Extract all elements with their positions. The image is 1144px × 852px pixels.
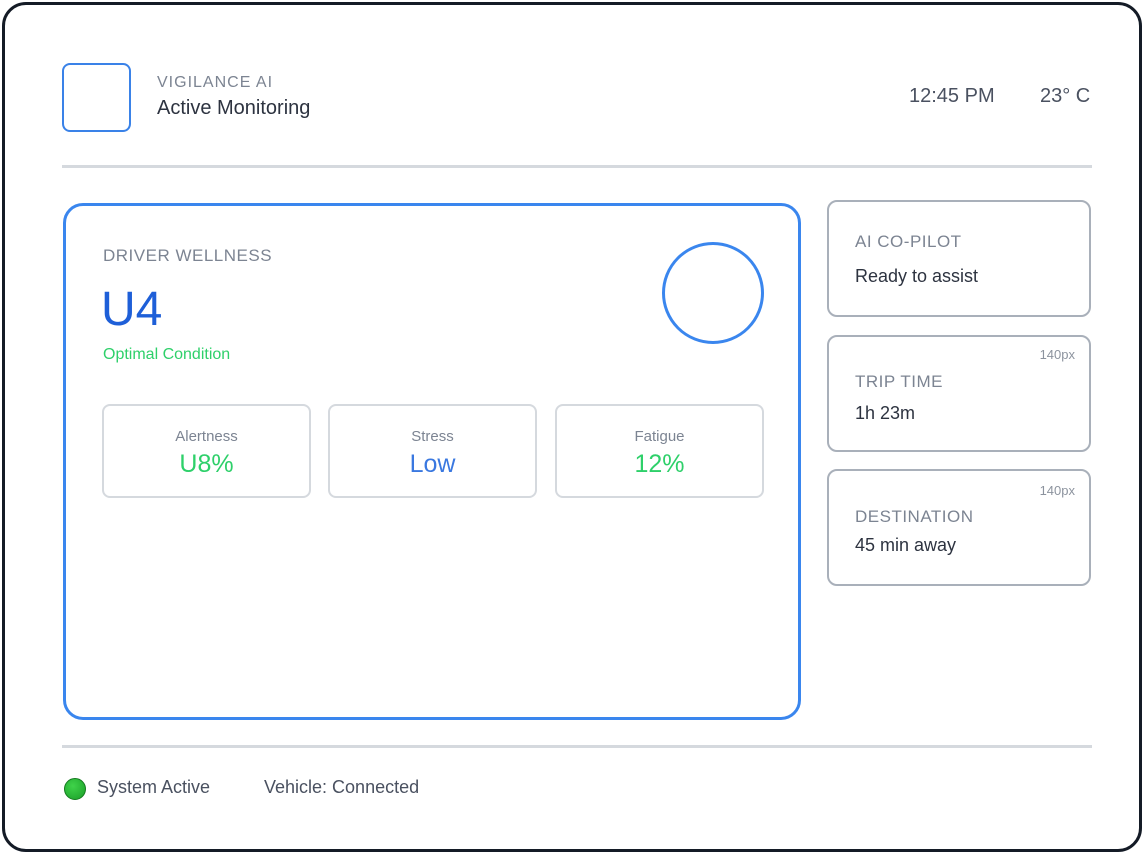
- trip-note: 140px: [1039, 347, 1075, 362]
- wellness-label: DRIVER WELLNESS: [103, 246, 273, 265]
- metric-label: Alertness: [175, 428, 238, 445]
- logo-placeholder: [62, 63, 131, 132]
- temperature-display: 23° C: [1040, 85, 1091, 107]
- metric-value: Low: [409, 450, 456, 478]
- page-subtitle: Active Monitoring: [157, 97, 311, 119]
- status-indicator-icon: [64, 778, 86, 800]
- header-divider: [62, 165, 1092, 168]
- destination-value: 45 min away: [855, 535, 957, 555]
- metric-label: Fatigue: [634, 428, 685, 445]
- footer-divider: [62, 745, 1092, 748]
- driver-wellness-card[interactable]: DRIVER WELLNESS U4 Optimal Condition Ale…: [63, 203, 801, 720]
- copilot-status: Ready to assist: [855, 266, 979, 286]
- destination-card[interactable]: 140px DESTINATION 45 min away: [827, 469, 1091, 586]
- trip-label: TRIP TIME: [855, 372, 943, 391]
- app-frame: VIGILANCE AI Active Monitoring 12:45 PM …: [2, 2, 1142, 852]
- trip-value: 1h 23m: [855, 403, 916, 423]
- metric-value: 12%: [634, 450, 685, 478]
- metric-value: U8%: [179, 450, 234, 478]
- ai-copilot-card[interactable]: AI CO-PILOT Ready to assist: [827, 200, 1091, 317]
- system-status: System Active: [97, 777, 211, 797]
- wellness-score: U4: [101, 283, 163, 336]
- vehicle-status: Vehicle: Connected: [264, 777, 420, 797]
- metric-label: Stress: [411, 428, 454, 445]
- metric-alertness[interactable]: Alertness U8%: [102, 404, 311, 498]
- wellness-ring-indicator: [662, 242, 764, 344]
- trip-time-card[interactable]: 140px TRIP TIME 1h 23m: [827, 335, 1091, 452]
- destination-label: DESTINATION: [855, 507, 974, 526]
- wellness-condition: Optimal Condition: [103, 346, 231, 363]
- metric-fatigue[interactable]: Fatigue 12%: [555, 404, 764, 498]
- copilot-label: AI CO-PILOT: [855, 232, 962, 251]
- metric-stress[interactable]: Stress Low: [328, 404, 537, 498]
- app-brand: VIGILANCE AI: [157, 74, 274, 91]
- clock-display: 12:45 PM: [909, 85, 995, 107]
- destination-note: 140px: [1039, 483, 1075, 498]
